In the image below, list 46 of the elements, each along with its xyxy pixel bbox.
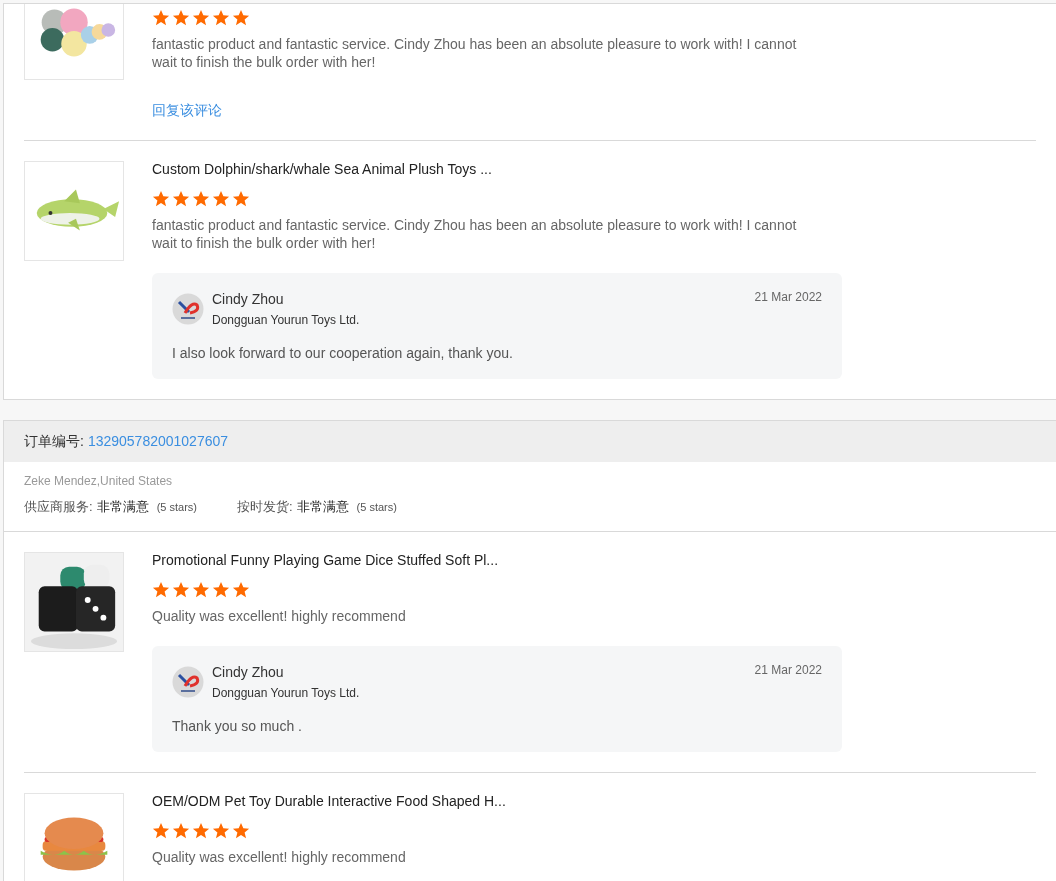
star-icon bbox=[152, 9, 170, 27]
review-text: fantastic product and fantastic service. Cindy Zhou has been an absolute pleasure to work with! I cannot wait to finish the bulk order with her! bbox=[152, 216, 798, 252]
rating-stars-text: (5 stars) bbox=[356, 500, 397, 515]
reply-text: I also look forward to our cooperation again, thank you. bbox=[172, 344, 514, 363]
reply-author: Cindy Zhou bbox=[212, 290, 285, 309]
star-icon bbox=[152, 190, 170, 208]
star-icon bbox=[172, 9, 190, 27]
star-icon bbox=[152, 580, 170, 599]
company-logo-icon bbox=[172, 665, 204, 698]
reply-link[interactable]: 回复该评论 bbox=[152, 100, 222, 120]
company-logo-icon bbox=[172, 293, 204, 325]
product-title[interactable]: OEM/ODM Pet Toy Durable Interactive Food Shaped H... bbox=[152, 791, 802, 810]
star-icon bbox=[212, 821, 230, 840]
star-icon bbox=[212, 580, 230, 599]
review-text: Quality was excellent! highly recommend bbox=[152, 606, 407, 625]
product-title[interactable]: Promotional Funny Playing Game Dice Stuffed Soft Pl... bbox=[152, 550, 842, 569]
rating-stars-text: (5 stars) bbox=[156, 500, 197, 515]
rating-label: 按时发货: bbox=[236, 498, 293, 516]
star-icon bbox=[172, 190, 190, 208]
star-icon bbox=[192, 9, 210, 27]
reply-text: Thank you so much . bbox=[172, 716, 303, 736]
star-icon bbox=[172, 821, 190, 840]
star-icon bbox=[192, 821, 210, 840]
buyer-name: Zeke Mendez,United States bbox=[24, 474, 174, 488]
order-label: 订单编号: bbox=[24, 432, 84, 451]
star-icon bbox=[172, 580, 190, 599]
star-icon bbox=[212, 9, 230, 27]
rating-label: 供应商服务: bbox=[24, 498, 93, 516]
rating-value: 非常满意 bbox=[296, 498, 349, 516]
star-icon bbox=[232, 580, 250, 599]
rating-value: 非常满意 bbox=[96, 498, 149, 516]
star-icon bbox=[152, 821, 170, 840]
star-icon bbox=[232, 9, 250, 27]
product-title[interactable]: Custom Dolphin/shark/whale Sea Animal Plush Toys ... bbox=[152, 160, 842, 178]
star-icon bbox=[192, 190, 210, 208]
reply-date: 21 Mar 2022 bbox=[754, 661, 822, 678]
review-text: fantastic product and fantastic service. Cindy Zhou has been an absolute pleasure to work with! I cannot wait to finish the bulk order with her! bbox=[152, 35, 798, 71]
company-name: Dongguan Yourun Toys Ltd. bbox=[212, 312, 361, 328]
review-text: Quality was excellent! highly recommend bbox=[152, 847, 407, 866]
company-name: Dongguan Yourun Toys Ltd. bbox=[212, 684, 361, 701]
star-icon bbox=[232, 821, 250, 840]
reply-date: 21 Mar 2022 bbox=[754, 289, 822, 305]
star-icon bbox=[212, 190, 230, 208]
star-icon bbox=[192, 580, 210, 599]
reply-author: Cindy Zhou bbox=[212, 662, 285, 682]
star-icon bbox=[232, 190, 250, 208]
